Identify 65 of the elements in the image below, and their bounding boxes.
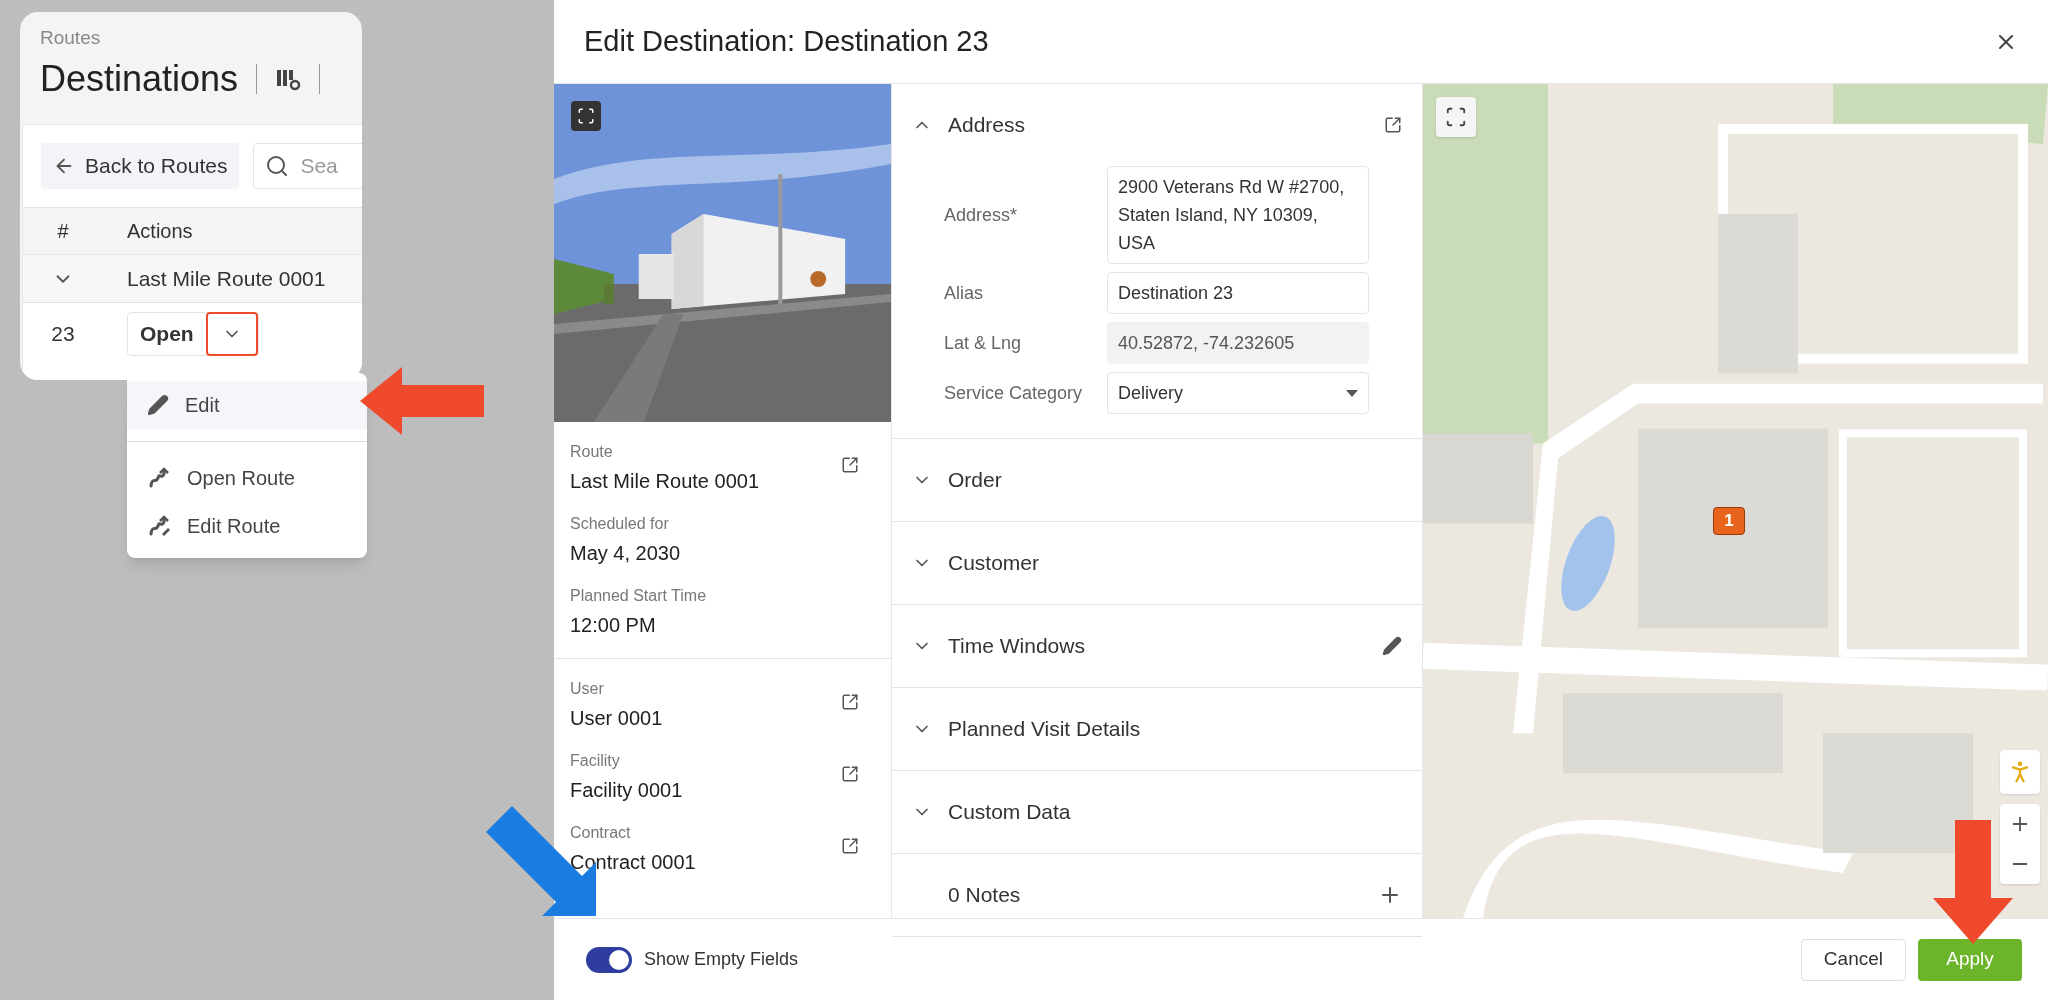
fullscreen-button[interactable]	[571, 101, 601, 131]
address-field[interactable]: 2900 Veterans Rd W #2700, Staten Island, NY 10309, USA	[1107, 166, 1369, 264]
section-title: 0 Notes	[948, 882, 1022, 909]
pencil-icon[interactable]	[1382, 636, 1402, 656]
section-header[interactable]: Planned Visit Details	[892, 688, 1422, 770]
external-link-icon[interactable]	[841, 456, 859, 474]
external-link-icon[interactable]	[1384, 116, 1402, 134]
section-title: Address	[948, 112, 1027, 139]
cancel-button[interactable]: Cancel	[1800, 938, 1906, 981]
menu-item[interactable]: Open Route	[127, 454, 367, 502]
alias-field[interactable]: Destination 23	[1107, 272, 1369, 314]
route-edit-icon	[147, 514, 171, 538]
coordinates-field: 40.52872, -74.232605	[1107, 322, 1369, 364]
column-header: #	[56, 219, 70, 244]
info-value: User 0001	[570, 706, 663, 731]
section-header[interactable]: Address	[892, 84, 1422, 166]
section-header[interactable]: Custom Data	[892, 771, 1422, 853]
service-category-select[interactable]: Delivery	[1107, 372, 1369, 414]
section-header[interactable]: Customer	[892, 522, 1422, 604]
external-link-icon[interactable]	[841, 837, 859, 855]
search-icon	[265, 154, 290, 178]
section-title: Order	[948, 467, 1003, 494]
external-link-icon[interactable]	[841, 693, 859, 711]
section-title: Custom Data	[948, 799, 1072, 826]
toggle-switch[interactable]	[586, 946, 632, 973]
page-title: Destinations	[40, 56, 239, 101]
menu-toggle-button[interactable]	[205, 312, 258, 356]
fullscreen-icon	[577, 107, 595, 125]
section-title: Planned Visit Details	[948, 716, 1142, 743]
info-value: Last Mile Route 0001	[570, 469, 759, 494]
menu-item[interactable]: Edit Route	[127, 502, 367, 550]
info-label: Route	[570, 442, 614, 462]
info-label: User	[570, 679, 605, 699]
route-icon	[147, 466, 171, 490]
info-label: Contract	[570, 823, 632, 843]
map-marker: 1	[1713, 507, 1745, 535]
info-label: Scheduled for	[570, 514, 670, 534]
external-link-icon[interactable]	[841, 765, 859, 783]
info-value: 12:00 PM	[570, 613, 657, 638]
toggle-label: Show Empty Fields	[644, 948, 799, 971]
info-label: Facility	[570, 751, 621, 771]
pencil-icon	[147, 394, 169, 416]
section-header[interactable]: Time Windows	[892, 605, 1422, 687]
info-value: Facility 0001	[570, 778, 683, 803]
field-label: Address*	[943, 203, 1019, 227]
section-title: Customer	[948, 550, 1041, 577]
column-header: Actions	[126, 219, 193, 244]
group-label: Last Mile Route 0001	[126, 265, 326, 292]
fullscreen-button[interactable]	[1436, 97, 1476, 137]
table-cell-text: 23	[50, 321, 76, 348]
dialog-title: Edit Destination: Destination 23	[584, 23, 989, 59]
menu-item[interactable]: Edit	[127, 381, 367, 429]
search-field[interactable]: Sea	[253, 143, 362, 189]
caret-icon	[1346, 389, 1358, 397]
info-value: Contract 0001	[570, 850, 696, 875]
field-label: Service Category	[943, 381, 1084, 405]
info-value: May 4, 2030	[570, 541, 681, 566]
fullscreen-icon	[1445, 106, 1467, 128]
section-title: Time Windows	[948, 633, 1086, 660]
back-button[interactable]: Back to Routes	[41, 143, 240, 189]
info-label: Planned Start Time	[570, 586, 707, 606]
section-header[interactable]: Order	[892, 439, 1422, 521]
field-label: Lat & Lng	[943, 331, 1023, 355]
section-header[interactable]: 0 Notes	[892, 854, 1422, 936]
field-label: Alias	[943, 281, 984, 305]
